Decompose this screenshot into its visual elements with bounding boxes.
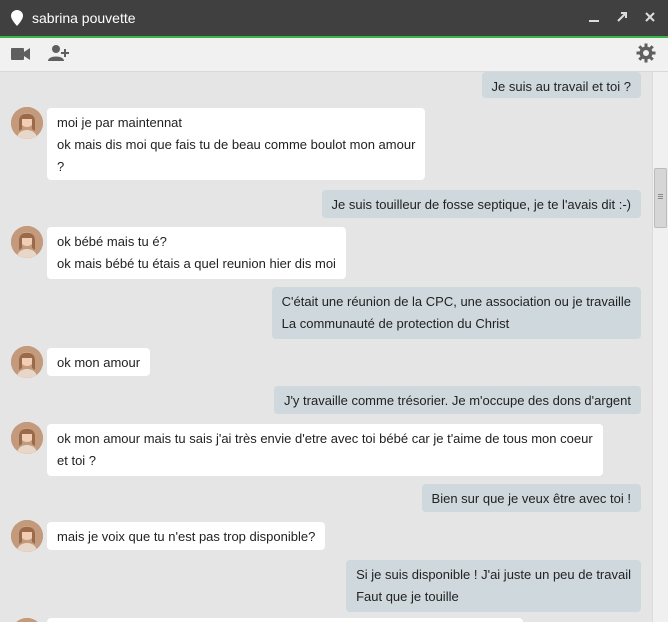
message-line: Je suis au travail et toi ? [491, 79, 631, 94]
gear-icon[interactable] [636, 43, 656, 66]
message-line: et toi ? [57, 453, 97, 468]
outgoing-message: J'y travaille comme trésorier. Je m'occu… [273, 386, 641, 414]
contact-avatar[interactable] [11, 520, 43, 552]
message-line: ok mon amour [57, 355, 141, 370]
conversation-scrollbar[interactable] [652, 72, 668, 622]
add-person-icon[interactable] [48, 44, 70, 65]
contact-avatar[interactable] [11, 107, 43, 139]
message-line: Je suis touilleur de fosse septique, je … [331, 197, 631, 212]
message-line: Si je suis disponible ! J'ai juste un pe… [356, 567, 631, 582]
scroll-thumb[interactable] [654, 168, 667, 228]
incoming-message: ok mon amour mais tu sais j'ai très envi… [47, 424, 603, 476]
contact-avatar[interactable] [11, 422, 43, 454]
close-button[interactable] [641, 8, 659, 26]
message-line: J'y travaille comme trésorier. Je m'occu… [283, 393, 631, 408]
minimize-button[interactable] [585, 8, 603, 26]
outgoing-message: Bien sur que je veux être avec toi ! [421, 484, 641, 512]
outgoing-message: C'était une réunion de la CPC, une assoc… [271, 287, 641, 339]
message-line: C'était une réunion de la CPC, une assoc… [281, 294, 631, 309]
outgoing-message: Je suis au travail et toi ? [481, 72, 641, 98]
conversation-area[interactable]: Je suis au travail et toi ? moi je par m… [0, 72, 652, 622]
message-line: ? [57, 159, 65, 174]
outgoing-message: Si je suis disponible ! J'ai juste un pe… [346, 560, 641, 612]
incoming-message: ok bébé mais tu é? ok mais bébé tu étais… [47, 227, 346, 279]
popout-button[interactable] [613, 8, 631, 26]
outgoing-message: Je suis touilleur de fosse septique, je … [321, 190, 641, 218]
status-pin-icon [11, 10, 23, 29]
incoming-message: moi je par maintennat ok mais dis moi qu… [47, 108, 426, 180]
message-line: mais je voix que tu n'est pas trop dispo… [57, 529, 316, 544]
chat-titlebar: sabrina pouvette [0, 0, 668, 38]
message-line: ok bébé mais tu é? [57, 234, 167, 249]
video-camera-icon[interactable] [11, 47, 31, 64]
incoming-message [47, 618, 523, 622]
chat-toolbar [0, 38, 668, 72]
contact-avatar[interactable] [11, 226, 43, 258]
incoming-message: ok mon amour [47, 348, 151, 376]
incoming-message: mais je voix que tu n'est pas trop dispo… [47, 522, 326, 550]
contact-avatar[interactable] [11, 618, 43, 622]
message-line: ok mais dis moi que fais tu de beau comm… [57, 137, 416, 152]
contact-name[interactable]: sabrina pouvette [32, 10, 136, 26]
message-line: La communauté de protection du Christ [281, 316, 510, 331]
message-line: ok mais bébé tu étais a quel reunion hie… [57, 256, 336, 271]
contact-avatar[interactable] [11, 346, 43, 378]
grip-icon [658, 194, 663, 195]
message-line: Bien sur que je veux être avec toi ! [431, 491, 631, 506]
message-line: Faut que je touille [356, 589, 459, 604]
message-line: ok mon amour mais tu sais j'ai très envi… [57, 431, 593, 446]
message-line: moi je par maintennat [57, 115, 183, 130]
